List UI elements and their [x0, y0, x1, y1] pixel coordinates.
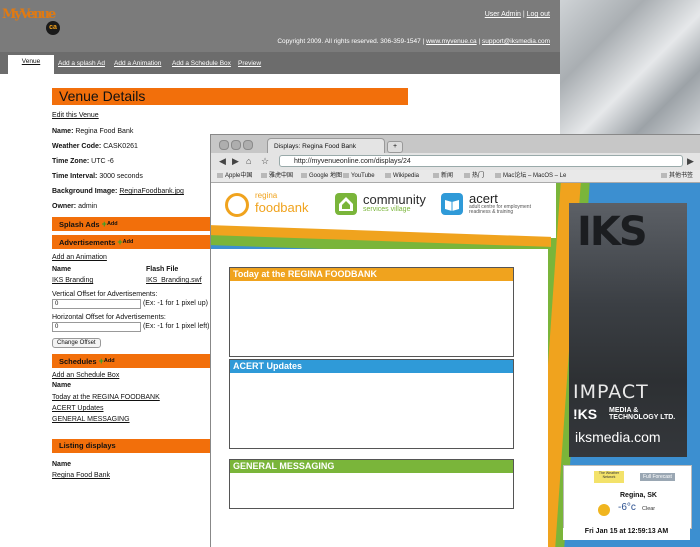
myvenue-logo[interactable]: MyVenue ca — [2, 3, 60, 43]
go-icon[interactable]: ▶ — [687, 156, 694, 167]
horizontal-offset-input[interactable]: 0 — [52, 322, 141, 332]
forward-icon[interactable]: ▶ — [232, 156, 239, 167]
panel-title: Today at the REGINA FOODBANK — [230, 268, 513, 281]
vertical-offset-hint: (Ex: -1 for 1 pixel up) — [142, 300, 208, 307]
bookmark-item[interactable]: Wikipedia — [385, 170, 419, 182]
book-icon — [441, 193, 463, 215]
background-image-link[interactable]: ReginaFoodbank.jpg — [119, 188, 184, 195]
weather-widget: The Weather Network Full Forecast Regina… — [563, 465, 692, 529]
weather-city: Regina, SK — [620, 492, 657, 499]
copyright-text: Copyright 2009. All rights reserved. 306… — [277, 38, 425, 45]
bookmark-item[interactable]: Apple中国 — [217, 170, 252, 182]
display-datetime: Fri Jan 15 at 12:59:13 AM — [563, 528, 690, 540]
weather-temp: -6°c — [618, 502, 636, 513]
browser-tab[interactable]: Displays: Regina Food Bank — [267, 138, 385, 153]
foodbank-icon — [225, 193, 249, 217]
nav-bar: Venue Add a splash Ad Add a Animation Ad… — [0, 52, 560, 74]
tab-add-schedule-box[interactable]: Add a Schedule Box — [172, 60, 231, 67]
logout-link[interactable]: Log out — [527, 11, 550, 18]
panel-acert-updates: ACERT Updates — [229, 359, 514, 449]
schedule-item-link[interactable]: GENERAL MESSAGING — [52, 416, 130, 423]
schedule-item-link[interactable]: ACERT Updates — [52, 405, 104, 412]
new-tab-button[interactable]: + — [387, 141, 403, 153]
back-icon[interactable]: ◀ — [219, 156, 226, 167]
background-photo — [560, 0, 700, 140]
user-admin-link[interactable]: User Admin — [485, 11, 521, 18]
copyright: Copyright 2009. All rights reserved. 306… — [277, 38, 550, 45]
tab-preview[interactable]: Preview — [238, 60, 261, 67]
panel-general-messaging: GENERAL MESSAGING — [229, 459, 514, 509]
panel-today-foodbank: Today at the REGINA FOODBANK — [229, 267, 514, 357]
panel-title: GENERAL MESSAGING — [230, 460, 513, 473]
add-schedule-box-link[interactable]: Add an Schedule Box — [52, 372, 119, 379]
vertical-offset-input[interactable]: 0 — [52, 299, 141, 309]
logo-badge: ca — [46, 21, 60, 35]
change-offset-button[interactable]: Change Offset — [52, 338, 101, 348]
minimize-window-icon[interactable] — [231, 140, 241, 150]
schedule-item-link[interactable]: Today at the REGINA FOODBANK — [52, 394, 160, 401]
tab-venue[interactable]: Venue — [8, 55, 54, 74]
page-title: Venue Details — [52, 88, 408, 105]
display-page: regina foodbank community services villa… — [211, 183, 700, 547]
ad-site: iksmedia.com — [575, 429, 661, 445]
top-links: User Admin | Log out — [484, 11, 550, 18]
other-bookmarks[interactable]: 其他书签 — [661, 170, 693, 182]
myvenue-link[interactable]: www.myvenue.ca — [426, 38, 477, 45]
bookmark-item[interactable]: 雅虎中国 — [261, 170, 293, 182]
bookmark-star-icon[interactable]: ☆ — [261, 156, 269, 167]
ad-name-link[interactable]: IKS Branding — [52, 277, 93, 284]
browser-window: Displays: Regina Food Bank + ◀ ▶ ⌂ ☆ htt… — [210, 134, 700, 547]
bookmark-item[interactable]: 热门 — [464, 170, 484, 182]
ad-media: MEDIA & TECHNOLOGY LTD. — [609, 407, 676, 421]
listing-item-link[interactable]: Regina Food Bank — [52, 472, 110, 479]
bookmark-item[interactable]: 新闻 — [433, 170, 453, 182]
ad-file-link[interactable]: IKS_Branding.swf — [146, 277, 202, 284]
edit-venue-link[interactable]: Edit this Venue — [52, 112, 99, 119]
bookmark-item[interactable]: Mac论坛 – MacOS – Le — [495, 170, 566, 182]
bookmark-item[interactable]: Google 地图 — [301, 170, 342, 182]
tab-add-splash-ad[interactable]: Add a splash Ad — [58, 60, 105, 67]
logo-text: MyVenue — [2, 7, 56, 22]
url-bar[interactable]: http://myvenueonline.com/displays/24 — [279, 155, 683, 167]
close-window-icon[interactable] — [219, 140, 229, 150]
home-icon[interactable]: ⌂ — [246, 156, 251, 166]
support-email-link[interactable]: support@iksmedia.com — [482, 38, 550, 45]
ad-impact: IMPACT — [573, 381, 649, 403]
tab-add-animation[interactable]: Add a Animation — [114, 60, 161, 67]
iks-media-ad: IKS IMPACT !KS MEDIA & TECHNOLOGY LTD. ik… — [569, 203, 687, 457]
full-forecast-button[interactable]: Full Forecast — [640, 473, 675, 481]
tab-strip: Displays: Regina Food Bank + — [211, 135, 700, 153]
horizontal-offset-hint: (Ex: -1 for 1 pixel left) — [142, 323, 210, 330]
ad-iks: !KS — [573, 406, 598, 422]
add-animation-link[interactable]: Add an Animation — [52, 254, 107, 261]
browser-toolbar: ◀ ▶ ⌂ ☆ http://myvenueonline.com/display… — [211, 153, 700, 170]
panel-title: ACERT Updates — [230, 360, 513, 373]
bookmark-item[interactable]: YouTube — [343, 170, 375, 182]
zoom-window-icon[interactable] — [243, 140, 253, 150]
weather-network-logo: The Weather Network — [594, 471, 624, 483]
house-icon — [335, 193, 357, 215]
sun-icon — [598, 504, 610, 516]
weather-condition: Clear — [642, 506, 656, 512]
bookmarks-bar: Apple中国 雅虎中国 Google 地图 YouTube Wikipedia… — [211, 170, 700, 183]
ad-big-letters: IKS — [577, 209, 648, 255]
